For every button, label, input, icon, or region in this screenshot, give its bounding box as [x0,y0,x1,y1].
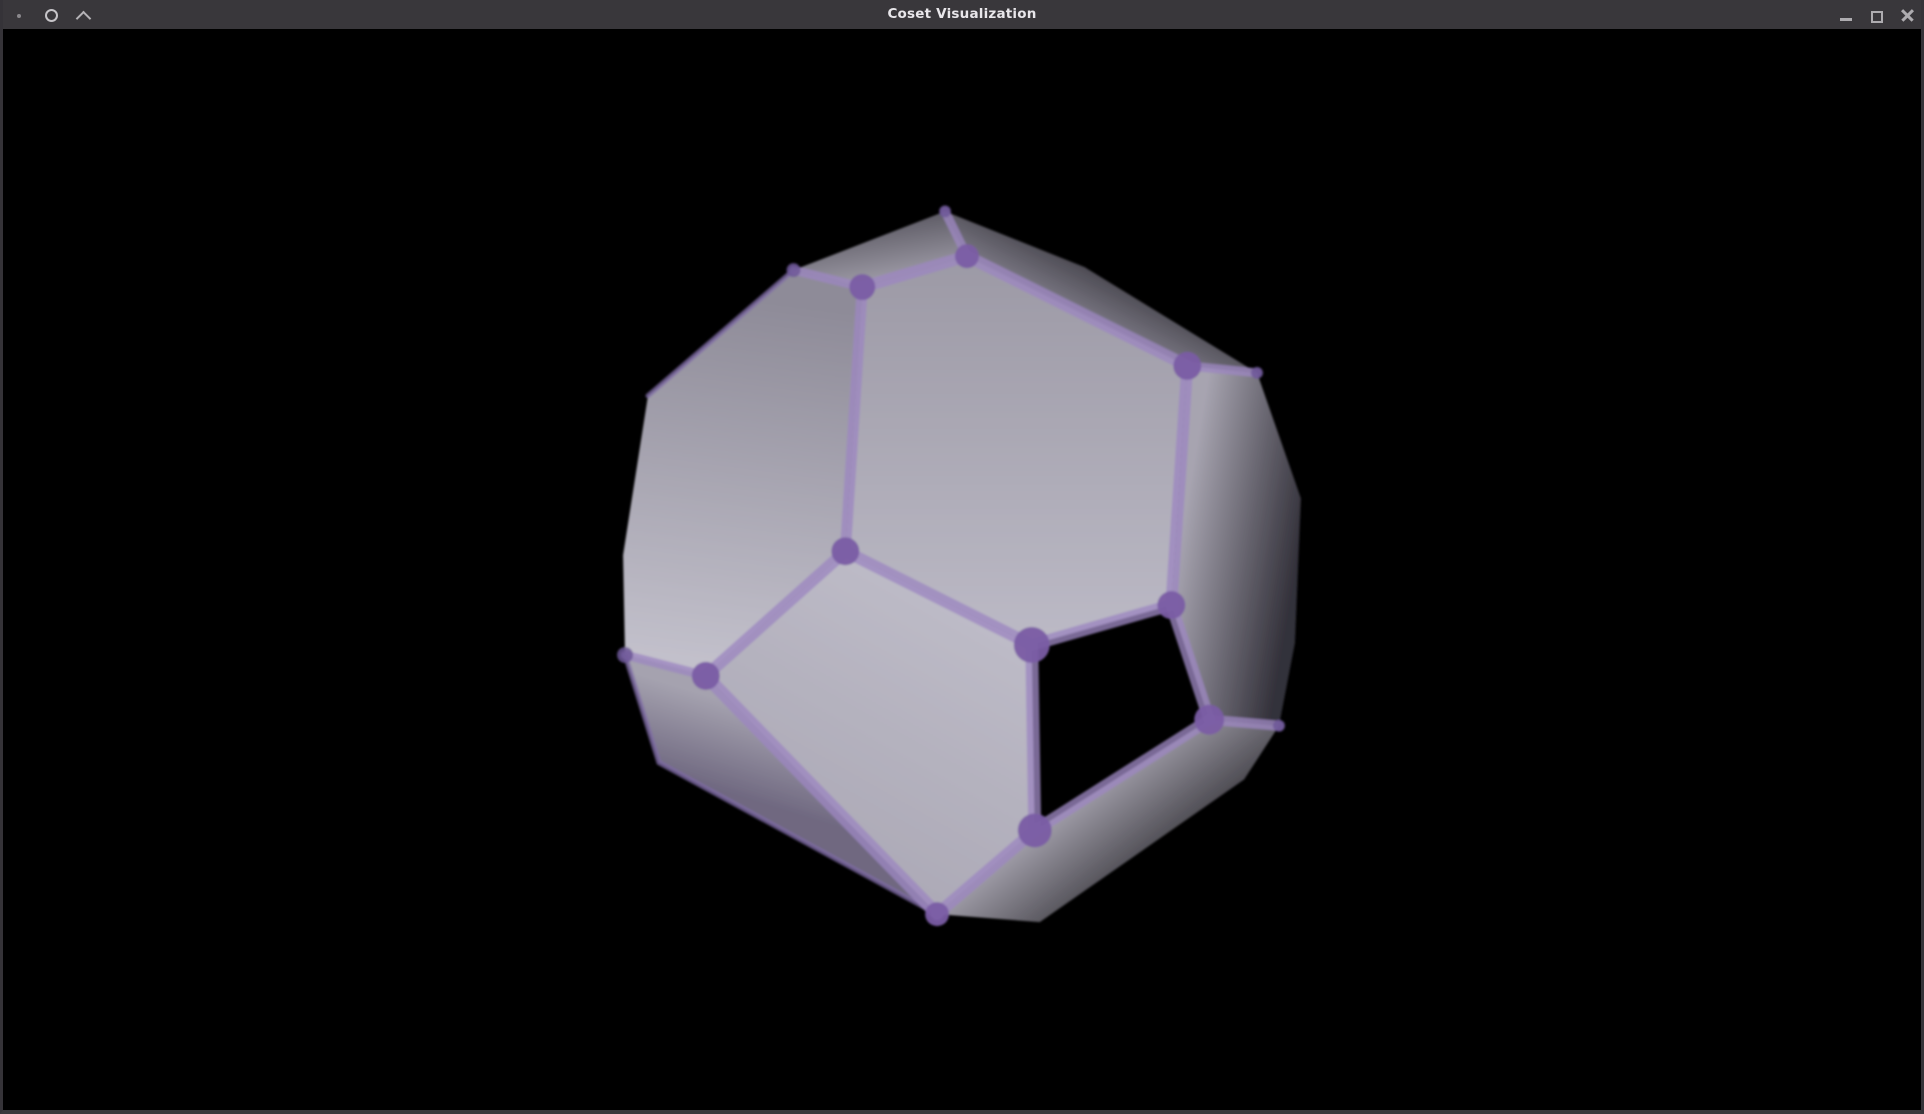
vertex-dot [925,902,949,926]
vertex-dot [831,537,859,565]
vertex-dot [1018,813,1052,847]
silhouette-nub [1273,720,1285,732]
close-button[interactable] [1895,0,1919,29]
minimize-icon [1840,18,1852,21]
vertex-dot [849,274,875,300]
silhouette-nub [1251,367,1263,379]
vertex-dot [1194,705,1224,735]
maximize-button[interactable] [1864,0,1888,29]
polyhedron [617,205,1301,926]
vertex-dot [955,244,979,268]
vertex-dot [1014,627,1050,663]
maximize-icon [1871,11,1883,23]
vertex-dot [1157,591,1185,619]
edge [1032,645,1035,830]
vertex-dot [1173,352,1201,380]
silhouette-nub [939,205,951,217]
silhouette-nub [787,263,801,277]
window-title: Coset Visualization [3,0,1921,29]
minimize-button[interactable] [1834,0,1858,29]
vertex-dot [692,662,720,690]
3d-viewport[interactable] [3,0,1921,1111]
silhouette-nub [617,647,633,663]
titlebar: Coset Visualization [3,0,1921,29]
app-window: Coset Visualization [0,0,1924,1114]
